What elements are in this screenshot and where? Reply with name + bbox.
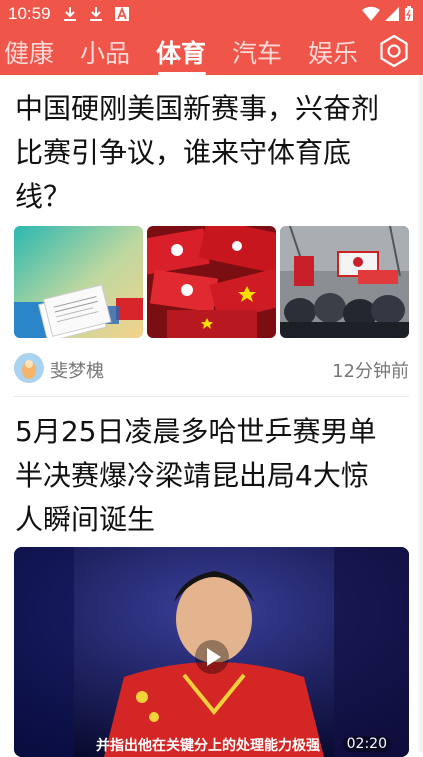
status-time: 10:59	[8, 4, 51, 23]
divider	[14, 396, 409, 397]
top-header: 10:59 健康 小品 体育 汽车 娱乐	[0, 0, 423, 75]
article-title[interactable]: 中国硬刚美国新赛事，兴奋剂 比赛引争议，谁来守体育底 线？	[15, 87, 410, 219]
a-icon	[115, 6, 129, 21]
title-line: 比赛引争议，谁来守体育底	[15, 136, 352, 169]
title-line: 5月25日凌晨多哈世乒赛男单	[15, 415, 377, 448]
tab-sports[interactable]: 体育	[156, 34, 206, 70]
battery-icon	[405, 6, 413, 21]
tab-entertainment[interactable]: 娱乐	[308, 34, 358, 70]
article-thumbnail-protest[interactable]	[280, 226, 409, 338]
title-line: 半决赛爆冷梁靖昆出局4大惊	[15, 459, 369, 492]
author-name[interactable]: 斐梦槐	[50, 357, 104, 383]
article-meta: 斐梦槐 12分钟前	[14, 351, 409, 383]
wifi-icon	[362, 6, 380, 22]
avatar[interactable]	[14, 353, 44, 383]
title-line: 中国硬刚美国新赛事，兴奋剂	[15, 92, 380, 125]
settings-icon[interactable]	[376, 33, 412, 69]
tab-cars[interactable]: 汽车	[232, 34, 282, 70]
play-icon[interactable]	[194, 639, 230, 675]
scrollbar[interactable]	[419, 75, 423, 752]
category-tabs: 健康 小品 体育 汽车 娱乐	[0, 28, 423, 75]
tab-health[interactable]: 健康	[4, 34, 54, 70]
signal-icon	[385, 7, 399, 21]
video-thumbnail[interactable]: 并指出他在关键分上的处理能力极强 02:20	[14, 547, 409, 757]
publish-time: 12分钟前	[332, 361, 409, 382]
active-tab-indicator	[158, 72, 206, 75]
download-icon	[64, 7, 76, 21]
status-bar: 10:59	[0, 0, 423, 28]
article-title[interactable]: 5月25日凌晨多哈世乒赛男单 半决赛爆冷梁靖昆出局4大惊 人瞬间诞生	[15, 410, 410, 542]
title-line: 线？	[15, 180, 72, 213]
article-thumbnail-document[interactable]	[14, 226, 143, 338]
title-line: 人瞬间诞生	[15, 503, 156, 536]
download-icon	[90, 7, 102, 21]
tab-sketch[interactable]: 小品	[80, 34, 130, 70]
video-duration: 02:20	[342, 736, 391, 752]
article-thumbnail-flags[interactable]	[147, 226, 276, 338]
video-caption: 并指出他在关键分上的处理能力极强	[96, 738, 320, 754]
